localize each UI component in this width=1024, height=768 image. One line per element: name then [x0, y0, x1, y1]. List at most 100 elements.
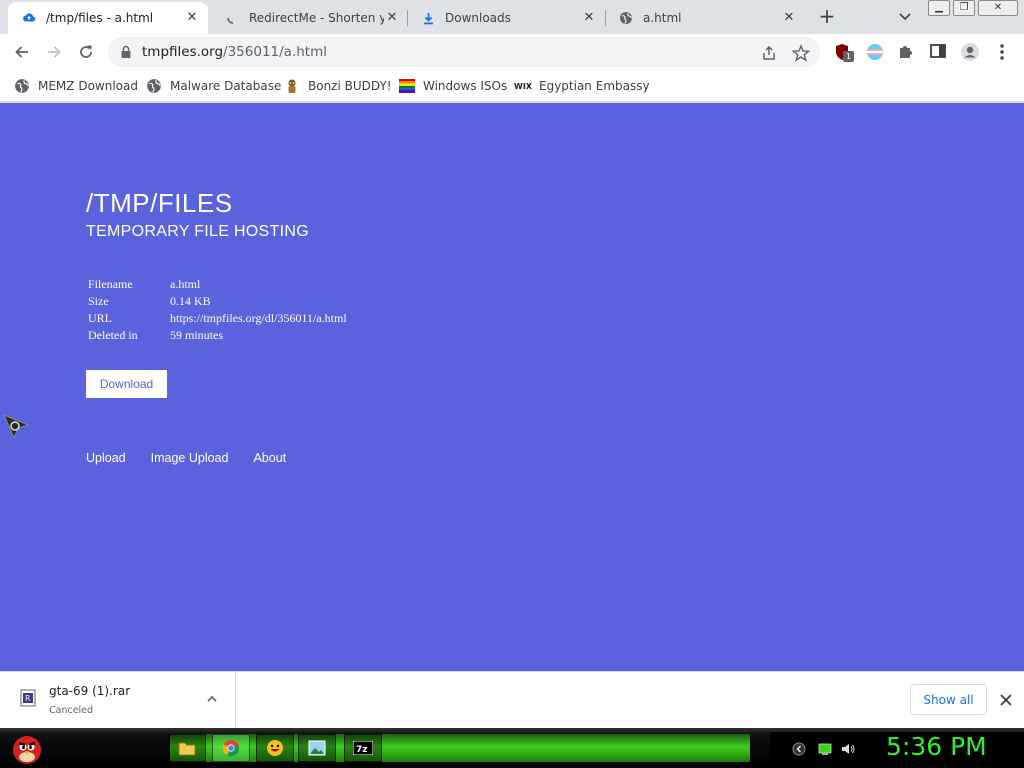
chevron-up-icon[interactable]	[205, 692, 219, 706]
mouse-cursor-icon	[3, 414, 30, 440]
tab-close-icon[interactable]: ✕	[781, 10, 797, 26]
info-value: a.html	[170, 277, 201, 291]
share-icon[interactable]	[760, 44, 778, 62]
info-value[interactable]: https://tmpfiles.org/dl/356011/a.html	[170, 311, 347, 328]
volume-icon[interactable]	[841, 742, 855, 756]
taskbar: 7z 5:36 PM	[0, 728, 1024, 768]
info-key: Filename	[88, 277, 133, 291]
globe-icon	[14, 78, 30, 94]
start-button-angry-bird-icon[interactable]	[8, 730, 46, 766]
picture-icon	[308, 740, 326, 756]
chrome-icon	[222, 740, 240, 757]
info-key: Deleted in	[88, 328, 138, 342]
forward-button[interactable]	[42, 40, 66, 64]
url-host: tmpfiles.org	[142, 44, 224, 60]
puzzle-icon	[900, 46, 912, 58]
address-bar[interactable]: tmpfiles.org/356011/a.html	[108, 37, 820, 67]
reload-icon	[80, 45, 92, 58]
download-button[interactable]: Download	[86, 370, 167, 398]
side-panel-button[interactable]	[929, 42, 949, 62]
info-row-size: Size 0.14 KB	[88, 294, 347, 311]
taskbar-image-viewer[interactable]	[298, 734, 336, 762]
bookmark-label: Malware Database	[170, 79, 282, 93]
rainbow-flag-icon	[399, 78, 415, 94]
menu-button[interactable]	[994, 42, 1014, 62]
bookmark-egyptian-embassy[interactable]: WIX Egyptian Embassy	[514, 76, 650, 96]
arrow-right-icon	[48, 46, 61, 58]
tab-close-icon[interactable]: ✕	[184, 10, 200, 26]
bookmark-bonzi-buddy[interactable]: Bonzi BUDDY!	[284, 76, 392, 96]
tab-close-icon[interactable]: ✕	[384, 10, 400, 26]
download-item[interactable]: R gta-69 (1).rar Canceled	[0, 672, 236, 728]
show-all-button[interactable]: Show all	[910, 684, 987, 715]
download-status: Canceled	[49, 705, 94, 716]
bookmark-label: MEMZ Download	[38, 79, 138, 93]
taskbar-file-explorer[interactable]	[168, 734, 206, 762]
reload-button[interactable]	[74, 40, 98, 64]
bookmark-malware-database[interactable]: Malware Database	[146, 76, 281, 96]
taskbar-emoji-app[interactable]	[256, 734, 294, 762]
taskbar-7zip[interactable]: 7z	[344, 734, 382, 762]
tab-downloads[interactable]: Downloads ✕	[408, 2, 605, 34]
tab-close-icon[interactable]: ✕	[581, 10, 597, 26]
close-window-button[interactable]: ✕	[978, 0, 1018, 16]
folder-icon	[178, 742, 196, 756]
bookmark-memz[interactable]: MEMZ Download	[14, 76, 138, 96]
7zip-icon: 7z	[353, 741, 373, 755]
about-link[interactable]: About	[253, 451, 286, 465]
bookmark-windows-isos[interactable]: Windows ISOs	[399, 76, 507, 96]
wix-icon: WIX	[514, 81, 532, 91]
download-shelf: R gta-69 (1).rar Canceled Show all	[0, 671, 1024, 728]
network-icon[interactable]	[818, 742, 832, 756]
svg-text:7z: 7z	[356, 745, 368, 755]
tab-search-chevron-icon[interactable]	[896, 7, 914, 25]
info-row-url: URL https://tmpfiles.org/dl/356011/a.htm…	[88, 311, 347, 328]
extensions-button[interactable]	[897, 42, 917, 62]
tab-title: /tmp/files - a.html	[46, 11, 154, 25]
restore-button[interactable]: ❐	[953, 0, 975, 16]
image-upload-link[interactable]: Image Upload	[151, 451, 229, 465]
rar-file-icon: R	[20, 689, 36, 707]
file-info-table: Filename a.html Size 0.14 KB URL https:/…	[88, 277, 347, 345]
tab-a-html[interactable]: a.html ✕	[605, 2, 805, 34]
profile-button[interactable]	[960, 42, 980, 62]
info-key: URL	[88, 311, 112, 325]
bookmark-label: Windows ISOs	[423, 79, 508, 93]
bookmarks-bar: MEMZ Download Malware Database Bonzi BUD…	[0, 70, 1024, 102]
tab-title: a.html	[643, 11, 682, 25]
avatar-icon	[961, 43, 979, 61]
minimize-button[interactable]: ▁	[928, 0, 950, 16]
new-tab-button[interactable]: +	[816, 6, 838, 28]
tab-title: Downloads	[445, 11, 511, 25]
tab-tmpfiles[interactable]: /tmp/files - a.html ✕	[8, 2, 208, 34]
svg-text:R: R	[25, 694, 31, 703]
close-icon[interactable]	[998, 692, 1014, 708]
tab-redirectme[interactable]: RedirectMe - Shorten you ✕	[213, 2, 408, 34]
extension-badge: 1	[843, 51, 854, 62]
arrow-left-icon	[15, 46, 28, 58]
bonzi-icon	[284, 78, 300, 94]
star-icon[interactable]	[792, 44, 810, 62]
info-value: 59 minutes	[170, 328, 223, 342]
bookmark-label: Egyptian Embassy	[539, 79, 650, 93]
upload-link[interactable]: Upload	[86, 451, 126, 465]
globe-icon	[620, 12, 632, 24]
info-key: Size	[88, 294, 109, 308]
page-content: /TMP/FILES TEMPORARY FILE HOSTING Filena…	[0, 103, 1024, 671]
loading-icon	[227, 17, 234, 24]
lock-icon[interactable]	[120, 45, 132, 59]
url-path: /356011/a.html	[223, 44, 327, 60]
download-icon	[424, 12, 433, 24]
info-row-filename: Filename a.html	[88, 277, 347, 294]
back-button[interactable]	[10, 40, 34, 64]
page-subtitle: TEMPORARY FILE HOSTING	[86, 223, 309, 240]
flag-extension-icon[interactable]	[865, 42, 885, 62]
trans-flag-icon	[867, 44, 883, 60]
taskbar-chrome[interactable]	[212, 734, 250, 762]
globe-icon	[146, 78, 162, 94]
ublock-extension-icon[interactable]: 1	[834, 42, 854, 62]
smiley-icon	[267, 740, 283, 756]
chevron-left-icon[interactable]	[792, 742, 806, 756]
clock[interactable]: 5:36 PM	[886, 732, 987, 761]
info-row-deleted-in: Deleted in 59 minutes	[88, 328, 347, 345]
